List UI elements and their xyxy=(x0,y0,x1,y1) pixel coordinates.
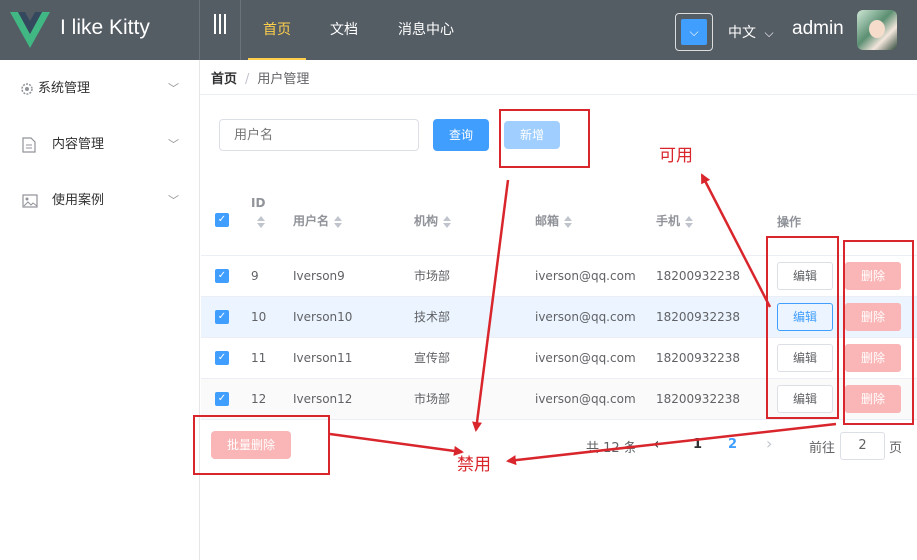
sidebar-item-label: 内容管理 xyxy=(52,137,105,152)
breadcrumb: 首页 / 用户管理 xyxy=(211,68,309,87)
username[interactable]: admin xyxy=(792,18,844,40)
next-page-button[interactable]: › xyxy=(766,434,772,453)
breadcrumb-current: 用户管理 xyxy=(257,72,310,87)
avatar-face xyxy=(869,20,885,38)
annotation-box-edit xyxy=(766,236,839,419)
sidebar-item-label: 使用案例 xyxy=(52,193,105,208)
select-all-checkbox[interactable]: ✓ xyxy=(215,213,229,227)
cell-id: 9 xyxy=(251,269,259,283)
column-header-id[interactable]: ID xyxy=(251,196,265,228)
page-1[interactable]: 1 xyxy=(693,437,702,452)
divider xyxy=(200,94,917,95)
cell-email: iverson@qq.com xyxy=(535,269,636,283)
nav-home[interactable]: 首页 xyxy=(248,0,306,60)
sidebar-item-system[interactable]: 系统管理 ﹀ xyxy=(0,61,199,117)
column-header-org[interactable]: 机构 xyxy=(414,212,452,229)
breadcrumb-home[interactable]: 首页 xyxy=(211,72,237,87)
query-button[interactable]: 查询 xyxy=(433,119,489,151)
row-checkbox[interactable]: ✓ xyxy=(215,310,229,324)
nav-messages[interactable]: 消息中心 xyxy=(384,0,468,60)
cell-phone: 18200932238 xyxy=(656,392,740,406)
cell-email: iverson@qq.com xyxy=(535,310,636,324)
chevron-down-icon: ⌵ xyxy=(681,19,707,45)
goto-suffix: 页 xyxy=(889,441,903,456)
hamburger-icon-bar xyxy=(219,14,221,34)
cell-org: 宣传部 xyxy=(414,351,451,365)
sidebar-item-label: 系统管理 xyxy=(38,81,91,96)
cell-phone: 18200932238 xyxy=(656,269,740,283)
picture-icon xyxy=(22,173,38,229)
annotation-enabled-label: 可用 xyxy=(659,146,693,166)
gear-icon xyxy=(20,61,34,117)
chevron-down-icon: ⌵ xyxy=(764,26,774,40)
hamburger-icon-bar xyxy=(224,14,226,34)
cell-org: 市场部 xyxy=(414,392,451,406)
theme-picker-button[interactable]: ⌵ xyxy=(675,13,713,51)
language-label: 中文 xyxy=(728,25,756,41)
cell-username: Iverson11 xyxy=(293,351,353,365)
column-header-ops: 操作 xyxy=(777,215,802,229)
sidebar: 系统管理 ﹀ 内容管理 ﹀ 使用案例 ﹀ xyxy=(0,60,200,560)
sidebar-item-cases[interactable]: 使用案例 ﹀ xyxy=(0,173,199,229)
hamburger-icon xyxy=(214,14,216,34)
column-header-username[interactable]: 用户名 xyxy=(293,212,343,229)
avatar[interactable] xyxy=(857,10,897,50)
chevron-down-icon: ﹀ xyxy=(168,194,179,207)
logo-text: I like Kitty xyxy=(60,16,150,39)
vue-logo-icon xyxy=(10,12,50,48)
row-checkbox[interactable]: ✓ xyxy=(215,392,229,406)
goto-prefix: 前往 xyxy=(809,441,836,456)
cell-id: 12 xyxy=(251,392,267,406)
column-header-label: 邮箱 xyxy=(535,214,560,228)
column-header-email[interactable]: 邮箱 xyxy=(535,212,573,229)
cell-id: 11 xyxy=(251,351,267,365)
cell-email: iverson@qq.com xyxy=(535,351,636,365)
cell-org: 技术部 xyxy=(414,310,451,324)
annotation-disabled-label: 禁用 xyxy=(457,455,491,475)
annotation-box-batch-delete xyxy=(193,415,330,475)
language-select[interactable]: 中文 ⌵ xyxy=(728,22,774,42)
sort-icon[interactable] xyxy=(564,215,573,228)
row-checkbox[interactable]: ✓ xyxy=(215,269,229,283)
chevron-down-icon: ﹀ xyxy=(168,138,179,151)
column-header-label: 用户名 xyxy=(293,214,330,228)
prev-page-button[interactable]: ‹ xyxy=(653,434,659,453)
cell-org: 市场部 xyxy=(414,269,451,283)
sidebar-item-content[interactable]: 内容管理 ﹀ xyxy=(0,117,199,173)
page-2[interactable]: 2 xyxy=(728,437,737,452)
cell-username: Iverson9 xyxy=(293,269,345,283)
column-header-label: 机构 xyxy=(414,214,439,228)
breadcrumb-separator: / xyxy=(245,72,250,87)
top-bar: I like Kitty 首页 文档 消息中心 ⌵ 中文 ⌵ admin xyxy=(0,0,917,60)
nav-docs[interactable]: 文档 xyxy=(316,0,372,60)
cell-username: Iverson12 xyxy=(293,392,353,406)
sort-icon[interactable] xyxy=(257,216,265,228)
cell-phone: 18200932238 xyxy=(656,310,740,324)
goto-page-input[interactable]: 2 xyxy=(840,432,885,460)
annotation-box-add xyxy=(499,109,590,168)
pagination-total: 共 12 条 xyxy=(586,441,637,456)
cell-username: Iverson10 xyxy=(293,310,353,324)
chevron-down-icon: ﹀ xyxy=(168,82,179,95)
username-search-input[interactable] xyxy=(219,119,419,151)
logo[interactable]: I like Kitty xyxy=(0,0,200,60)
sort-icon[interactable] xyxy=(685,215,694,228)
cell-id: 10 xyxy=(251,310,267,324)
annotation-box-delete xyxy=(843,240,914,425)
column-header-label: 手机 xyxy=(656,214,681,228)
row-checkbox[interactable]: ✓ xyxy=(215,351,229,365)
sort-icon[interactable] xyxy=(334,215,343,228)
column-header-label: ID xyxy=(251,196,266,210)
document-icon xyxy=(22,117,36,173)
sort-icon[interactable] xyxy=(443,215,452,228)
column-header-phone[interactable]: 手机 xyxy=(656,212,694,229)
collapse-menu-button[interactable] xyxy=(200,0,241,60)
cell-email: iverson@qq.com xyxy=(535,392,636,406)
cell-phone: 18200932238 xyxy=(656,351,740,365)
